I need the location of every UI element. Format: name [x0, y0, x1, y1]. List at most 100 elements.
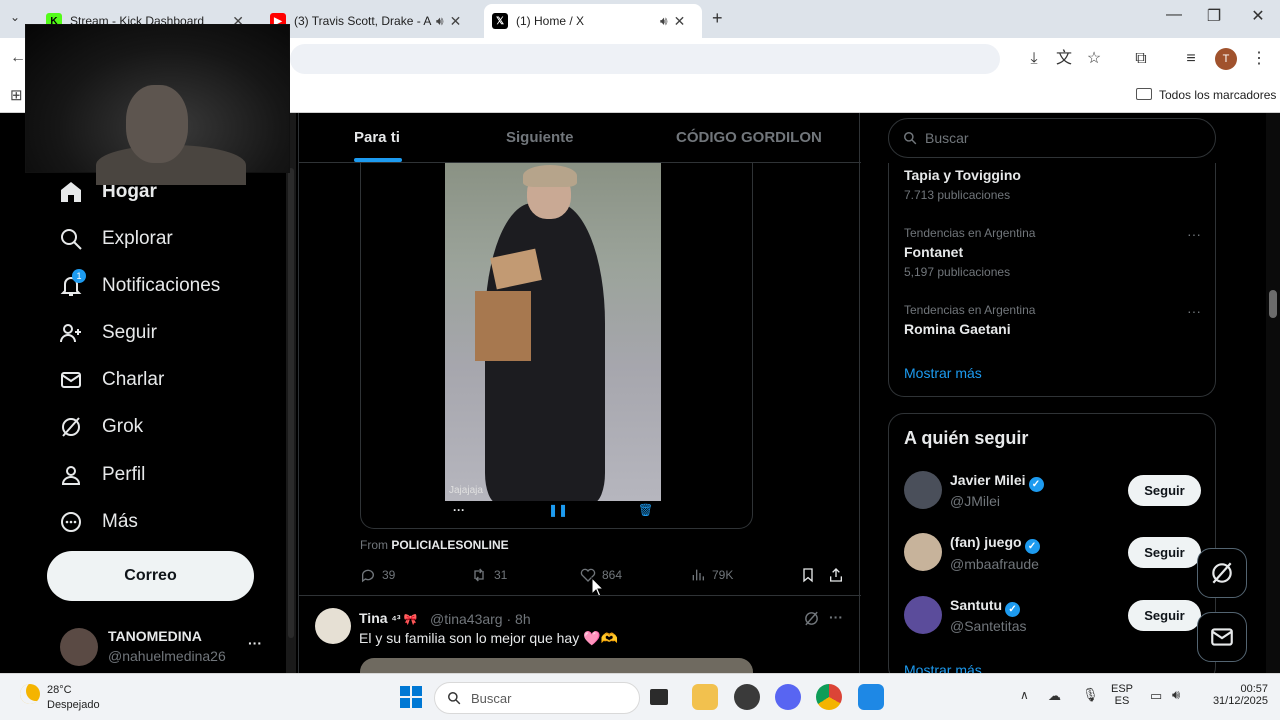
network-icon[interactable]: ▭ [1150, 688, 1162, 704]
new-tab-button[interactable]: + [712, 8, 723, 29]
nav-profile[interactable]: Perfil [58, 462, 145, 488]
follow-name[interactable]: Javier Milei ✓ [950, 472, 1044, 492]
app-icon[interactable] [858, 684, 884, 710]
repost-button[interactable]: 31 [470, 567, 507, 583]
profile-avatar[interactable]: T [1215, 48, 1237, 70]
nav-chat[interactable]: Charlar [58, 367, 164, 393]
bookmark-star-icon[interactable]: ☆ [1083, 48, 1105, 70]
microphone-icon[interactable]: 🎙︎ [1082, 687, 1099, 703]
post-author-name[interactable]: Tina ⁴³ 🎀 [359, 610, 417, 626]
sidebar-scrollbar[interactable] [286, 113, 296, 673]
tab-search-chevron-icon[interactable]: ⌄ [10, 10, 20, 24]
chrome-icon[interactable] [816, 684, 842, 710]
task-view-icon[interactable] [650, 689, 668, 705]
close-window-icon[interactable]: ✕ [1236, 6, 1280, 26]
follow-button[interactable]: Seguir [1128, 475, 1201, 506]
volume-icon[interactable]: 🔊︎ [1172, 687, 1180, 703]
post-more-icon[interactable]: ··· [829, 609, 843, 625]
show-more-link[interactable]: Mostrar más [904, 365, 982, 381]
clock-date: 31/12/2025 [1212, 695, 1268, 707]
tab-title: (3) Travis Scott, Drake - AST [294, 14, 432, 28]
grok-icon [58, 414, 84, 440]
taskbar-search[interactable]: Buscar [434, 682, 640, 714]
speaker-icon[interactable]: 🔊︎ [660, 14, 668, 29]
bookmark-button[interactable] [800, 567, 822, 583]
apps-grid-icon[interactable]: ⊞ [10, 86, 23, 104]
speaker-icon[interactable]: 🔊︎ [436, 14, 444, 29]
clock[interactable]: 00:57 31/12/2025 [1198, 683, 1268, 707]
follow-name[interactable]: (fan) juego ✓ [950, 534, 1040, 554]
verified-icon: ✓ [1024, 539, 1040, 554]
nav-more[interactable]: Más [58, 509, 138, 535]
avatar[interactable] [904, 533, 942, 571]
all-bookmarks-link[interactable]: Todos los marcadores [1159, 88, 1276, 102]
nav-label: Notificaciones [102, 275, 221, 296]
follow-button[interactable]: Seguir [1128, 537, 1201, 568]
close-tab-icon[interactable]: ✕ [674, 13, 686, 30]
correo-button[interactable]: Correo [47, 551, 254, 601]
tab-youtube[interactable]: ▶ (3) Travis Scott, Drake - AST 🔊︎ ✕ [262, 4, 476, 38]
trend-more-icon[interactable]: ··· [1187, 226, 1201, 242]
person-icon [58, 462, 84, 488]
tab-x-home[interactable]: 𝕏 (1) Home / X 🔊︎ ✕ [484, 4, 702, 38]
pause-icon[interactable]: ❚❚ [548, 503, 568, 517]
translate-icon[interactable]: 文 [1053, 48, 1075, 70]
back-icon[interactable]: ← [10, 49, 26, 67]
trend-count: 7.713 publicaciones [904, 188, 1011, 202]
nav-grok[interactable]: Grok [58, 414, 143, 440]
page-scrollbar[interactable] [1266, 113, 1280, 673]
grok-floating-button[interactable] [1197, 548, 1247, 598]
account-handle: @nahuelmedina26 [108, 648, 226, 664]
trend-name[interactable]: Romina Gaetani [904, 321, 1011, 337]
follow-name[interactable]: Santutu ✓ [950, 597, 1021, 617]
extensions-icon[interactable]: ⧉ [1130, 48, 1152, 70]
grok-icon[interactable] [803, 610, 820, 632]
nav-follow[interactable]: Seguir [58, 320, 157, 346]
file-explorer-icon[interactable] [692, 684, 718, 710]
views-button[interactable]: 79K [690, 567, 733, 583]
weather-temp[interactable]: 28°C [47, 684, 72, 696]
trend-more-icon[interactable]: ··· [1187, 303, 1201, 319]
cloud-icon[interactable]: ☁︎ [1048, 688, 1061, 704]
discord-icon[interactable] [775, 684, 801, 710]
restore-icon[interactable]: ❐ [1192, 6, 1236, 26]
address-bar[interactable] [290, 44, 1000, 74]
source-name[interactable]: POLICIALESONLINE [391, 538, 508, 552]
bookmark-icon [803, 568, 813, 583]
install-app-icon[interactable]: ⤓ [1023, 48, 1045, 70]
trend-name[interactable]: Tapia y Toviggino [904, 167, 1021, 183]
post-author-handle[interactable]: @tina43arg · 8h [430, 611, 531, 627]
close-tab-icon[interactable]: ✕ [450, 13, 462, 30]
trend-name[interactable]: Fontanet [904, 244, 963, 260]
language-indicator[interactable]: ESP ES [1108, 683, 1136, 707]
reply-button[interactable]: 39 [360, 567, 395, 583]
delete-icon[interactable]: 🗑︎ [638, 503, 653, 517]
share-button[interactable] [828, 567, 850, 583]
avatar[interactable] [315, 608, 351, 644]
windows-start-icon[interactable] [400, 686, 422, 708]
app-icon[interactable] [734, 684, 760, 710]
search-input[interactable]: Buscar [888, 118, 1216, 158]
avatar[interactable] [904, 471, 942, 509]
nav-notifications[interactable]: 1 Notificaciones [58, 269, 221, 299]
video-more-icon[interactable]: ··· [453, 503, 465, 517]
messages-floating-button[interactable] [1197, 612, 1247, 662]
tab-codigo-gordilon[interactable]: CÓDIGO GORDILON [676, 129, 822, 146]
post-media[interactable]: Jajajaja ··· ❚❚ 🗑︎ [360, 163, 753, 529]
media-control-icon[interactable]: ≡ [1180, 48, 1202, 70]
browser-menu-icon[interactable]: ⋮ [1248, 48, 1270, 70]
account-switcher[interactable]: TANOMEDINA @nahuelmedina26 ··· [58, 623, 278, 673]
weather-moon-icon[interactable] [20, 684, 40, 704]
more-icon[interactable]: ··· [248, 635, 262, 651]
tray-chevron-icon[interactable]: ∧ [1020, 688, 1029, 702]
follow-button[interactable]: Seguir [1128, 600, 1201, 631]
nav-explore[interactable]: Explorar [58, 226, 173, 252]
who-to-follow-panel: A quién seguir Javier Milei ✓ @JMilei Seg… [888, 413, 1216, 683]
tab-siguiente[interactable]: Siguiente [506, 129, 574, 146]
video-player[interactable]: Jajajaja [445, 163, 661, 501]
tab-para-ti[interactable]: Para ti [354, 129, 400, 146]
minimize-icon[interactable]: — [1152, 6, 1196, 24]
name-text: Santutu [950, 597, 1003, 613]
avatar[interactable] [904, 596, 942, 634]
post-text: El y su familia son lo mejor que hay 🩷🫶 [359, 630, 618, 646]
